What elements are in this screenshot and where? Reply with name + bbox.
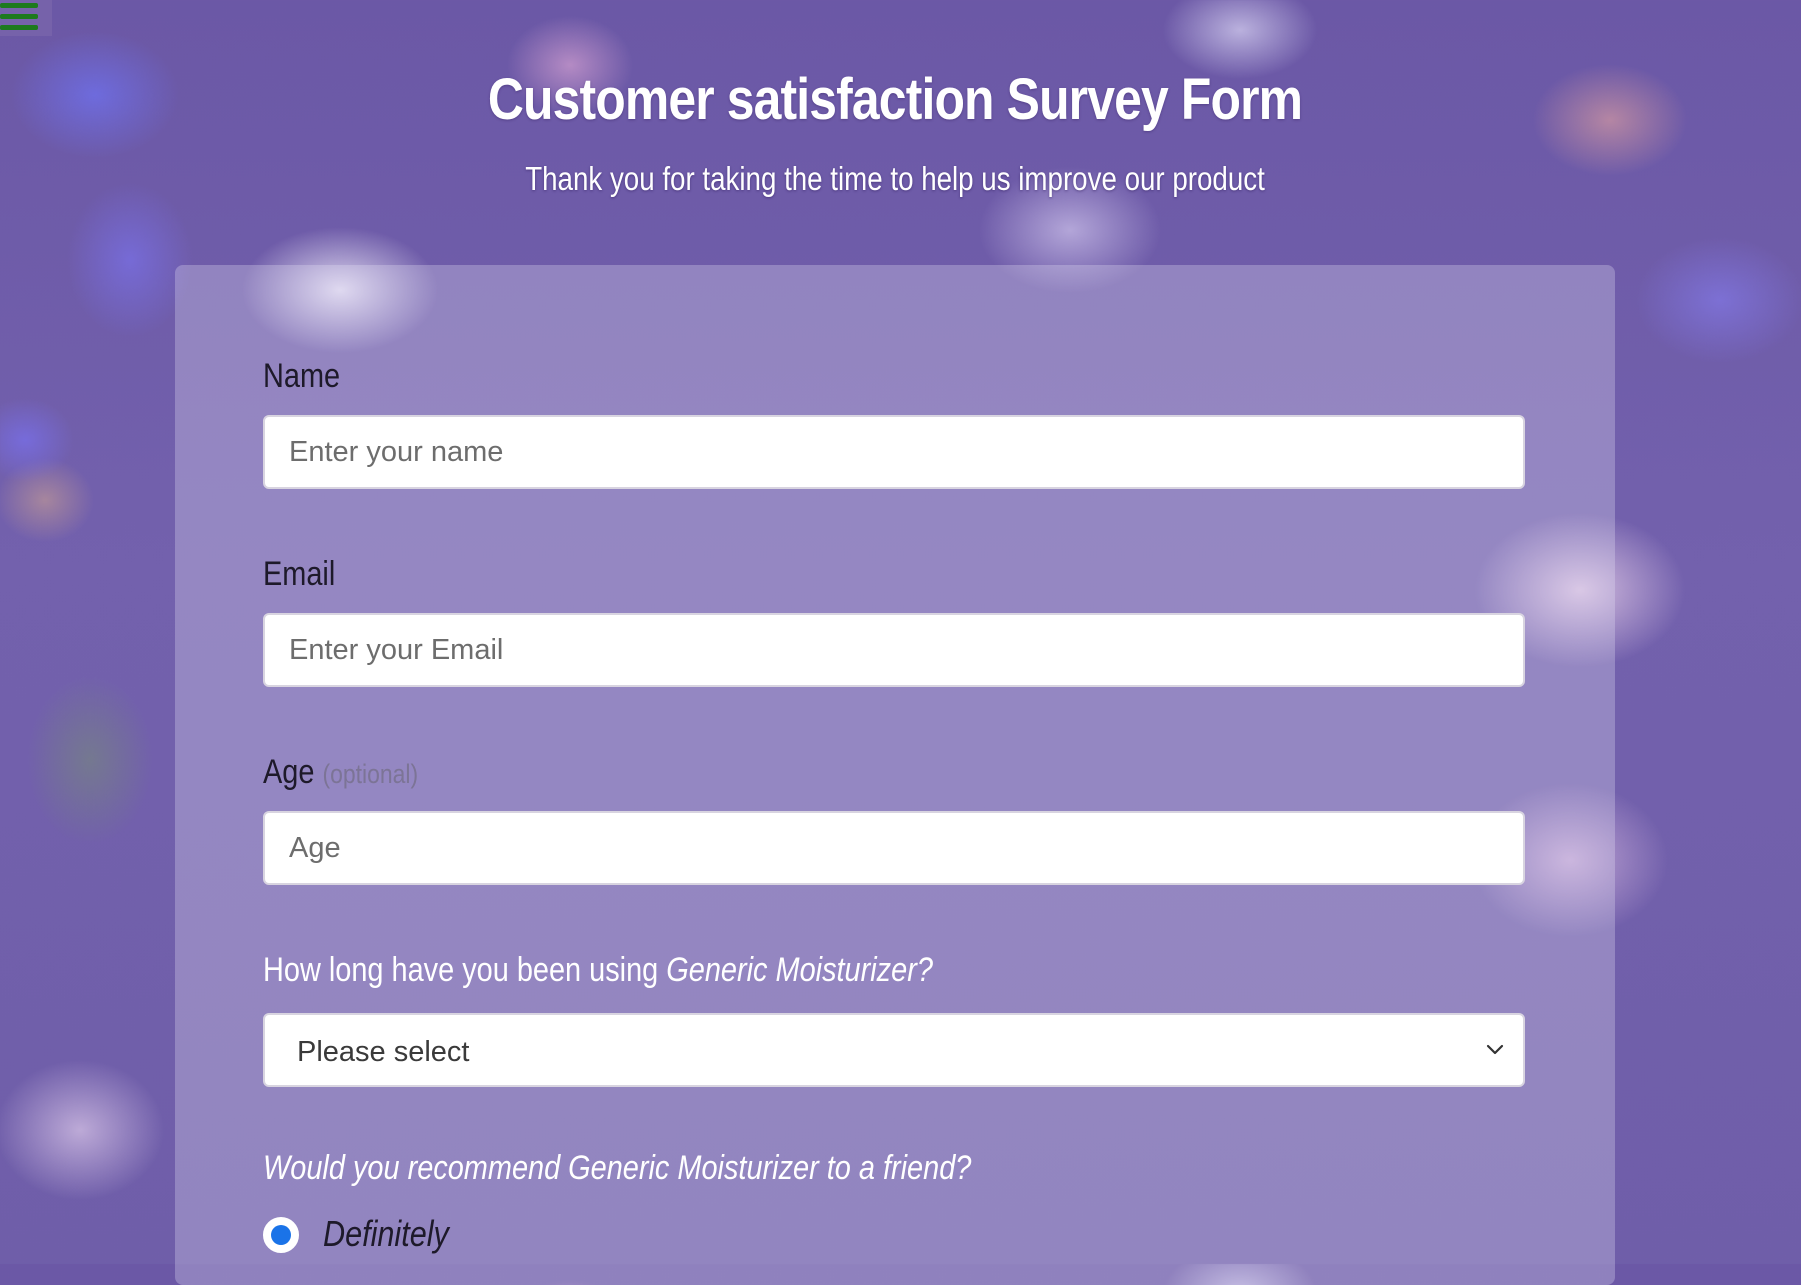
age-label: Age (optional): [263, 753, 418, 792]
usage-duration-selected: Please select: [297, 1036, 470, 1068]
usage-duration-label: How long have you been using Generic Moi…: [263, 951, 933, 990]
page-title: Customer satisfaction Survey Form: [487, 67, 1303, 132]
age-label-text: Age: [263, 753, 315, 791]
usage-duration-product: Generic Moisturizer?: [666, 951, 933, 989]
chevron-down-icon: [1486, 1044, 1504, 1055]
name-label: Name: [263, 357, 340, 396]
recommend-question: Would you recommend Generic Moisturizer …: [263, 1149, 972, 1187]
usage-duration-select[interactable]: Please select: [263, 1013, 1525, 1087]
age-optional-note: (optional): [322, 759, 419, 789]
hamburger-bar: [0, 25, 38, 30]
hamburger-bar: [0, 14, 38, 19]
radio-selected-dot: [271, 1225, 291, 1245]
radio-button[interactable]: [263, 1217, 299, 1253]
email-label-text: Email: [263, 555, 336, 593]
email-input[interactable]: [263, 613, 1525, 687]
radio-label: Definitely: [323, 1213, 449, 1254]
usage-duration-label-prefix: How long have you been using: [263, 951, 667, 989]
survey-form: Name Email Age (optional) How long have …: [175, 265, 1615, 1285]
hamburger-bar: [0, 3, 38, 8]
email-label: Email: [263, 555, 335, 594]
name-input[interactable]: [263, 415, 1525, 489]
page-subtitle: Thank you for taking the time to help us…: [525, 160, 1265, 197]
hamburger-menu-icon[interactable]: [0, 0, 52, 36]
name-label-text: Name: [263, 357, 341, 395]
age-input[interactable]: [263, 811, 1525, 885]
